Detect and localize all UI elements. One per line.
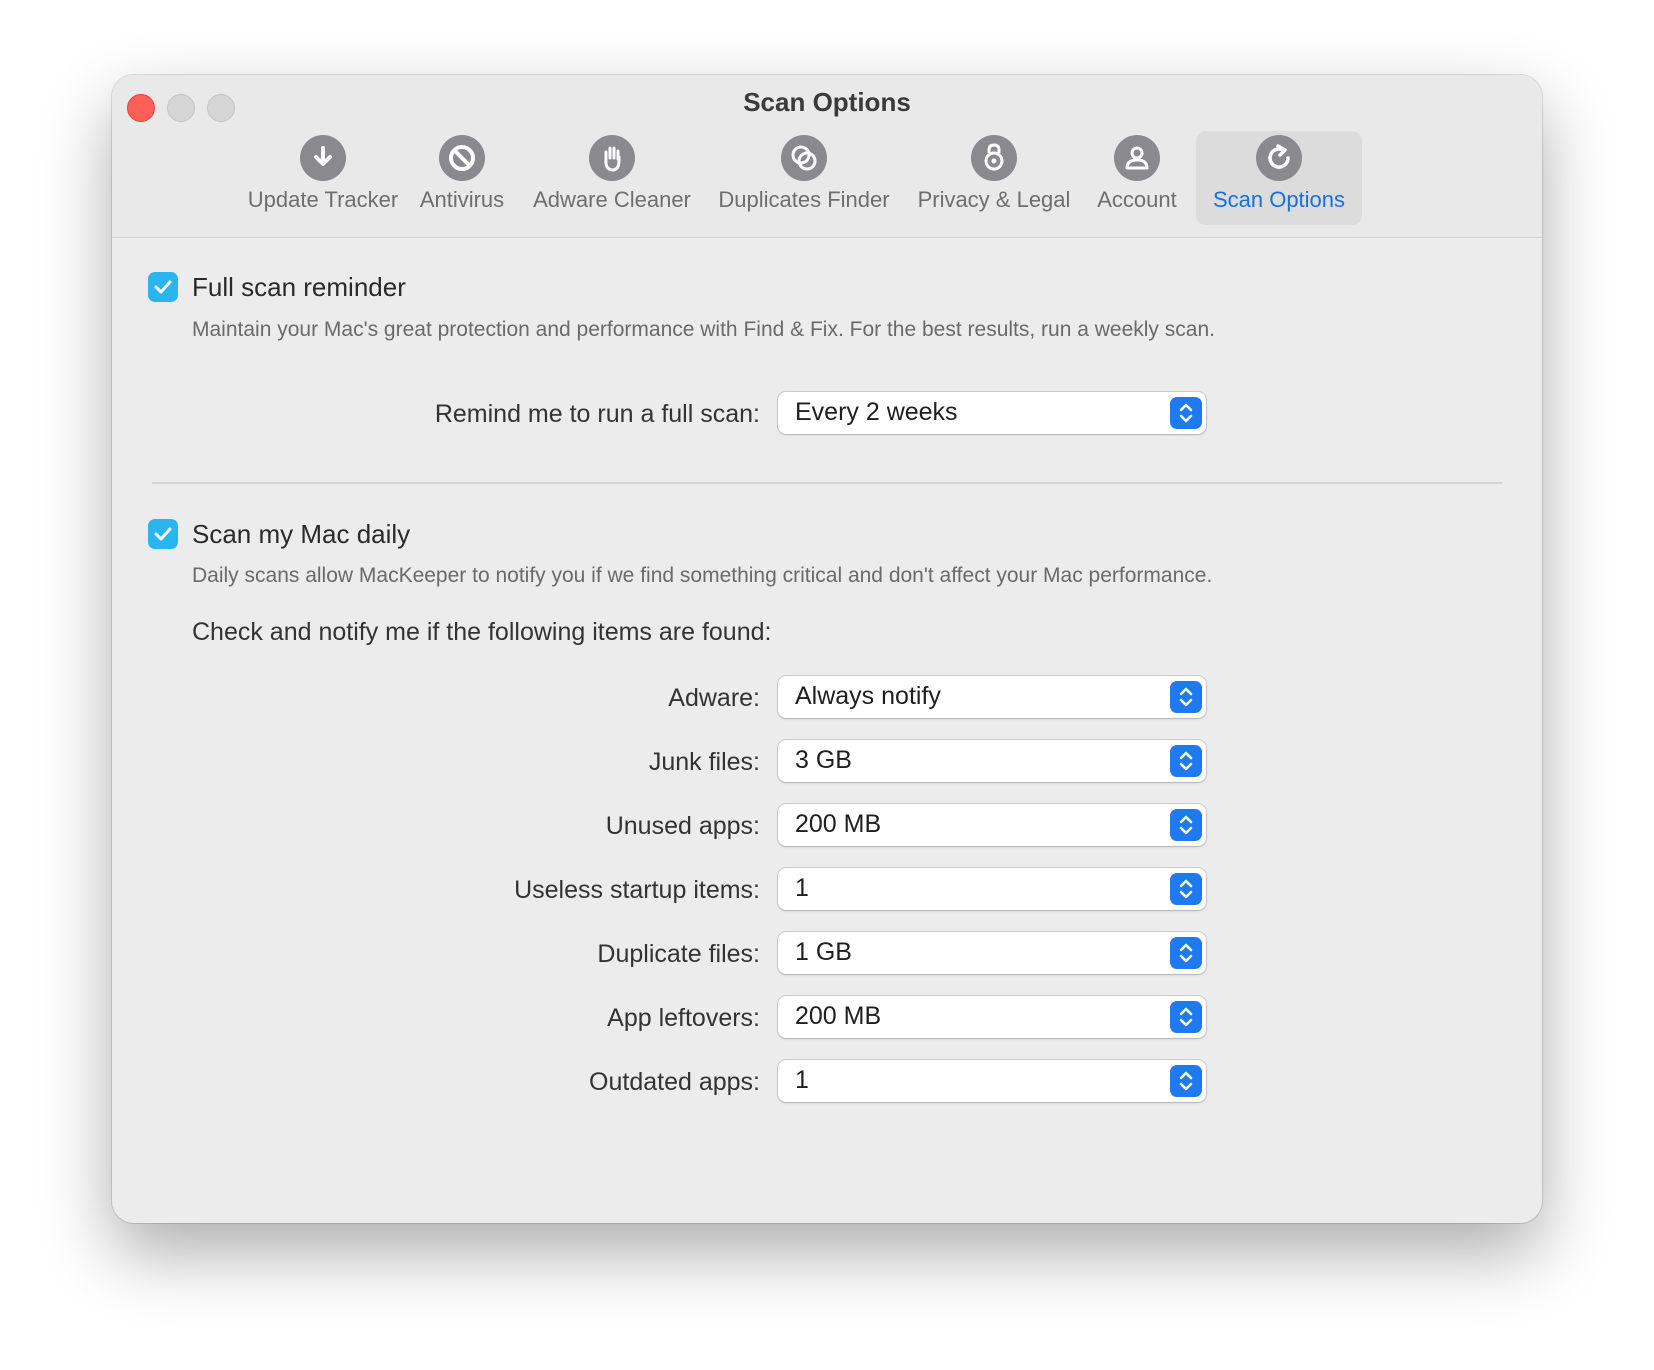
- up-down-chevron-icon: [1170, 809, 1202, 841]
- adware-select[interactable]: Always notify: [778, 676, 1206, 718]
- up-down-chevron-icon: [1170, 681, 1202, 713]
- tab-privacy-legal[interactable]: Privacy & Legal: [910, 131, 1078, 225]
- section-divider: [152, 482, 1502, 484]
- title-bar: Scan Options Update Tracker Antivirus Ad…: [112, 75, 1542, 238]
- adware-label: Adware:: [668, 684, 760, 712]
- tab-label: Privacy & Legal: [917, 187, 1071, 212]
- checkmark-icon: [154, 527, 172, 541]
- tab-label: Antivirus: [419, 187, 505, 212]
- tab-label: Update Tracker: [247, 187, 399, 212]
- useless-startup-items-label: Useless startup items:: [514, 876, 760, 904]
- remind-full-scan-select[interactable]: Every 2 weeks: [778, 392, 1206, 434]
- select-value: 3 GB: [795, 746, 852, 774]
- junk-files-label: Junk files:: [648, 748, 760, 776]
- tab-label: Adware Cleaner: [533, 187, 691, 212]
- tab-adware-cleaner[interactable]: Adware Cleaner: [526, 131, 698, 225]
- select-value: 1 GB: [795, 938, 852, 966]
- select-value: 1: [795, 874, 809, 902]
- up-down-chevron-icon: [1170, 1065, 1202, 1097]
- up-down-chevron-icon: [1170, 745, 1202, 777]
- tab-scan-options[interactable]: Scan Options: [1196, 131, 1362, 225]
- tab-duplicates-finder[interactable]: Duplicates Finder: [708, 131, 900, 225]
- notify-items-heading: Check and notify me if the following ite…: [192, 618, 772, 646]
- unused-apps-label: Unused apps:: [605, 812, 760, 840]
- useless-startup-items-select[interactable]: 1: [778, 868, 1206, 910]
- download-arrow-icon: [300, 135, 346, 181]
- tab-update-tracker[interactable]: Update Tracker: [242, 131, 404, 225]
- full-scan-description: Maintain your Mac's great protection and…: [192, 318, 1215, 341]
- select-value: Always notify: [795, 682, 941, 710]
- up-down-chevron-icon: [1170, 1001, 1202, 1033]
- select-value: 200 MB: [795, 1002, 882, 1030]
- prohibited-icon: [439, 135, 485, 181]
- duplicate-circles-icon: [781, 135, 827, 181]
- up-down-chevron-icon: [1170, 873, 1202, 905]
- checkmark-icon: [154, 280, 172, 294]
- tab-label: Account: [1097, 187, 1177, 212]
- remind-full-scan-label: Remind me to run a full scan:: [434, 400, 760, 428]
- app-leftovers-label: App leftovers:: [607, 1004, 760, 1032]
- refresh-icon: [1256, 135, 1302, 181]
- select-value: 200 MB: [795, 810, 882, 838]
- preferences-toolbar: Update Tracker Antivirus Adware Cleaner: [112, 131, 1542, 227]
- select-value: 1: [795, 1066, 809, 1094]
- app-leftovers-select[interactable]: 200 MB: [778, 996, 1206, 1038]
- unused-apps-select[interactable]: 200 MB: [778, 804, 1206, 846]
- tab-label: Scan Options: [1212, 187, 1346, 212]
- duplicate-files-select[interactable]: 1 GB: [778, 932, 1206, 974]
- up-down-chevron-icon: [1170, 937, 1202, 969]
- full-scan-reminder-title: Full scan reminder: [192, 272, 406, 302]
- window-title: Scan Options: [743, 87, 911, 117]
- hand-icon: [589, 135, 635, 181]
- outdated-apps-label: Outdated apps:: [589, 1068, 760, 1096]
- scan-daily-description: Daily scans allow MacKeeper to notify yo…: [192, 564, 1213, 587]
- user-icon: [1114, 135, 1160, 181]
- scan-daily-title: Scan my Mac daily: [192, 519, 411, 549]
- outdated-apps-select[interactable]: 1: [778, 1060, 1206, 1102]
- tab-account[interactable]: Account: [1088, 131, 1186, 225]
- up-down-chevron-icon: [1170, 397, 1202, 429]
- duplicate-files-label: Duplicate files:: [597, 940, 760, 968]
- tab-label: Duplicates Finder: [718, 187, 890, 212]
- preferences-window: Scan Options Update Tracker Antivirus Ad…: [112, 75, 1542, 1223]
- junk-files-select[interactable]: 3 GB: [778, 740, 1206, 782]
- full-scan-reminder-checkbox[interactable]: [148, 272, 178, 302]
- lock-icon: [971, 135, 1017, 181]
- scan-options-panel: Full scan reminder Maintain your Mac's g…: [112, 238, 1542, 1223]
- select-value: Every 2 weeks: [795, 398, 958, 426]
- tab-antivirus[interactable]: Antivirus: [412, 131, 512, 225]
- scan-daily-checkbox[interactable]: [148, 519, 178, 549]
